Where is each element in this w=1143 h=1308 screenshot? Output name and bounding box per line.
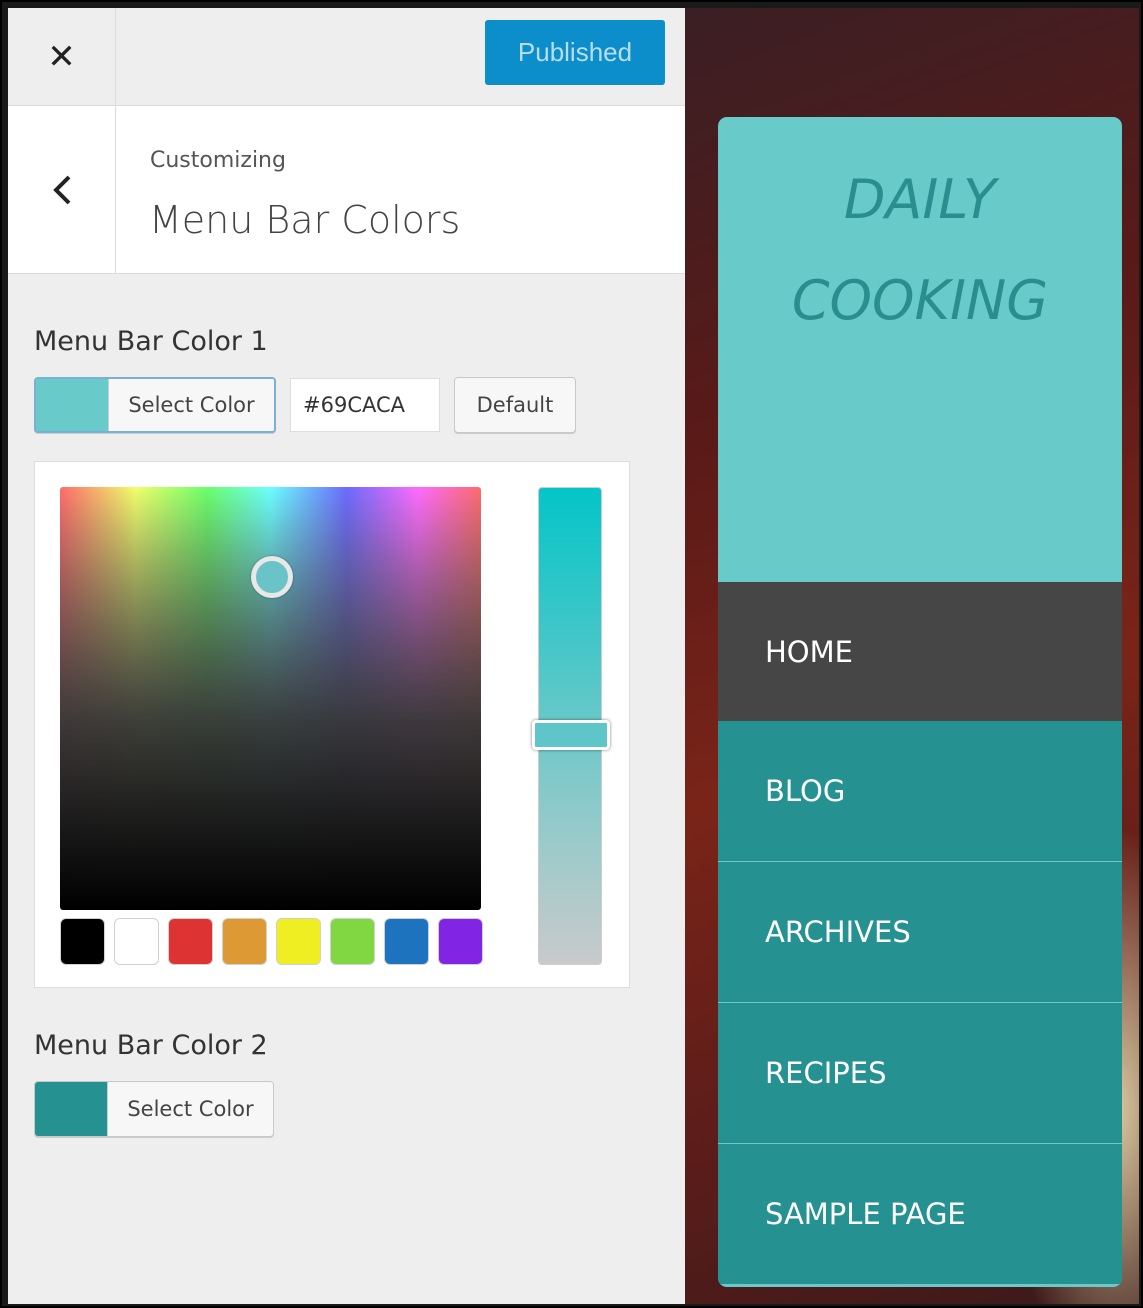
menu-item-sample-page[interactable]: SAMPLE PAGE: [718, 1144, 1122, 1285]
palette-swatch[interactable]: [330, 918, 375, 965]
color-swatch-2: [35, 1082, 107, 1136]
select-color-label: Select Color: [107, 1082, 273, 1136]
palette-swatch[interactable]: [114, 918, 159, 965]
screenshot-frame: ✕ Published Customizing Menu Bar Colors …: [0, 0, 1143, 1308]
customizer-topbar: ✕ Published: [8, 8, 685, 106]
color-palette: [60, 918, 483, 965]
color-swatch-1: [36, 379, 108, 431]
default-color-button[interactable]: Default: [454, 377, 576, 433]
site-title-line-1: DAILY: [843, 168, 997, 231]
section-header: Customizing Menu Bar Colors: [8, 106, 685, 274]
hue-slider-handle[interactable]: [532, 720, 610, 750]
menu-item-archives[interactable]: ARCHIVES: [718, 862, 1122, 1003]
hue-slider[interactable]: [532, 487, 610, 965]
palette-swatch[interactable]: [60, 918, 105, 965]
close-icon: ✕: [47, 37, 76, 77]
saturation-handle[interactable]: [251, 556, 293, 598]
color-picker: [34, 461, 630, 988]
hex-color-input[interactable]: [290, 378, 440, 432]
menu-item-home[interactable]: HOME: [718, 582, 1122, 721]
palette-swatch[interactable]: [438, 918, 483, 965]
header-eyebrow: Customizing: [150, 148, 286, 173]
menu-bar-color-1-controls: Select Color Default: [34, 377, 576, 433]
sidebar-card: DAILY COOKING HOME BLOG ARCHIVES RECIPES SAM…: [718, 117, 1122, 1287]
page-title: Menu Bar Colors: [149, 198, 461, 242]
menu-bar-color-2-label: Menu Bar Color 2: [34, 1030, 268, 1061]
menu-bar-color-1-label: Menu Bar Color 1: [34, 326, 268, 357]
site-title[interactable]: DAILY COOKING: [718, 149, 1122, 351]
published-button[interactable]: Published: [485, 20, 665, 85]
primary-menu: HOME BLOG ARCHIVES RECIPES SAMPLE PAGE: [718, 582, 1122, 1285]
select-color-button-2[interactable]: Select Color: [34, 1081, 274, 1137]
menu-item-blog[interactable]: BLOG: [718, 721, 1122, 862]
menu-item-recipes[interactable]: RECIPES: [718, 1003, 1122, 1144]
site-preview: DAILY COOKING HOME BLOG ARCHIVES RECIPES SAM…: [685, 8, 1139, 1304]
customizer-panel: ✕ Published Customizing Menu Bar Colors …: [8, 8, 685, 1304]
palette-swatch[interactable]: [276, 918, 321, 965]
chevron-left-icon: [52, 175, 70, 205]
back-button[interactable]: [8, 106, 116, 274]
menu-bar-color-2-controls: Select Color: [34, 1081, 274, 1137]
palette-swatch[interactable]: [384, 918, 429, 965]
site-title-line-2: COOKING: [791, 269, 1049, 332]
saturation-area[interactable]: [60, 487, 481, 910]
select-color-label: Select Color: [108, 379, 274, 431]
palette-swatch[interactable]: [168, 918, 213, 965]
close-button[interactable]: ✕: [8, 8, 116, 106]
select-color-button-1[interactable]: Select Color: [34, 377, 276, 433]
palette-swatch[interactable]: [222, 918, 267, 965]
